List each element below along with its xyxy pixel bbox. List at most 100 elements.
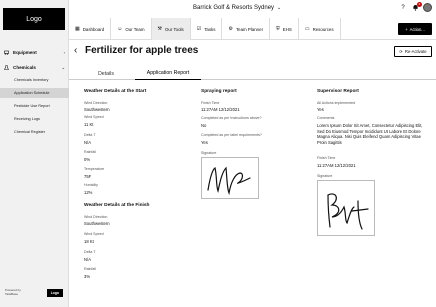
field-label: Delta T: [84, 133, 96, 137]
people-icon: ☺: [117, 26, 123, 32]
nav-label: Dashboard: [82, 26, 105, 32]
bell-icon[interactable]: 6: [411, 1, 422, 12]
field-value: N/A: [84, 257, 91, 262]
spraying-report-title: Spraying report: [201, 89, 237, 94]
main-nav: ▦ Dashboard ☺ Our Team ⚒ Our Tools ☑ Tas…: [69, 18, 341, 40]
field-value: N/A: [84, 140, 91, 145]
weather-finish-title: Weather Details at the Finish: [84, 203, 150, 208]
sidebar-item-pesticide-use-report[interactable]: Pesticide Use Report: [0, 101, 69, 111]
field-label: Temperature: [84, 167, 105, 171]
field-value: No: [201, 123, 207, 128]
field-label: Wind Direction: [84, 101, 108, 105]
flask-icon: [4, 64, 9, 70]
folder-icon: ▭: [304, 26, 310, 32]
planner-icon: ⚙: [228, 26, 233, 32]
nav-team-planner[interactable]: ⚙ Team Planner: [222, 18, 271, 40]
field-label: Comments: [317, 116, 335, 120]
tab-application-report[interactable]: Application Report: [135, 67, 201, 80]
powered-by-line2: TaskBase: [5, 292, 19, 296]
wrench-icon: ⚒: [157, 26, 163, 32]
field-value: 11 Kt: [84, 122, 94, 127]
nav-dashboard[interactable]: ▦ Dashboard: [69, 18, 112, 40]
field-label: Wind Speed: [84, 115, 104, 119]
avatar[interactable]: [423, 3, 432, 12]
field-value: 18 Kt: [84, 239, 94, 244]
field-label: Completed as per label requirements?: [201, 133, 262, 137]
field-value: 75F: [84, 174, 92, 179]
supervisor-signature-image: [317, 180, 375, 236]
field-label: Wind Speed: [84, 232, 104, 236]
nav-label: Our Tools: [165, 26, 184, 32]
help-icon[interactable]: ?: [399, 4, 407, 12]
chevron-down-icon: ⌄: [277, 5, 282, 11]
field-label: Signature: [317, 174, 333, 178]
sidebar-group-chemicals[interactable]: Chemicals ⌄: [0, 62, 69, 72]
field-label: Delta T: [84, 250, 96, 254]
action-button[interactable]: + Action...: [398, 23, 432, 35]
tab-bar: Details Application Report: [69, 67, 436, 80]
field-label: Finish Time: [317, 156, 336, 160]
field-value: 11:27AM 12/12/2021: [201, 107, 240, 112]
field-value: 11:27AM 12/12/2021: [317, 163, 356, 168]
powered-by-text: Powered by TaskBase: [5, 289, 21, 296]
nav-label: Our Team: [125, 26, 145, 32]
field-label: Finish Time: [201, 101, 220, 105]
sidebar-group-label: Equipment: [13, 49, 37, 55]
nav-label: Team Planner: [235, 26, 264, 32]
nav-label: EHS: [282, 26, 292, 32]
supervisor-report-title: Supervisor Report: [317, 89, 359, 94]
sidebar-item-chemicals-inventory[interactable]: Chemicals Inventory: [0, 75, 69, 85]
sidebar-logo: Logo: [3, 8, 65, 30]
tab-details[interactable]: Details: [89, 67, 123, 80]
plus-icon: +: [405, 26, 408, 32]
tasks-icon: ☑: [196, 26, 202, 32]
nav-resources[interactable]: ▭ Resources: [299, 18, 341, 40]
nav-ehs[interactable]: ⛨ EHS: [270, 18, 299, 40]
field-label: Humidity: [84, 183, 98, 187]
signature-drawing: [327, 193, 369, 230]
shield-icon: ⛨: [276, 26, 280, 32]
chevron-down-icon: ⌄: [61, 64, 65, 70]
comments-value: Lorem Ipsum Dolor Sit Amet, Consectetur …: [317, 123, 423, 145]
field-value: 3%: [84, 274, 91, 279]
refresh-icon: ⟳: [399, 49, 403, 54]
main-content: ‹ Fertilizer for apple trees ⟳ Re-Activa…: [69, 40, 436, 307]
field-label: Signature: [201, 151, 217, 155]
field-value: 12%: [84, 190, 93, 195]
tractor-icon: [4, 50, 9, 55]
nav-our-tools[interactable]: ⚒ Our Tools: [151, 18, 191, 40]
sidebar-group-label: Chemicals: [13, 64, 36, 70]
field-label: Rainfall: [84, 150, 96, 154]
back-arrow-icon[interactable]: ‹: [74, 45, 77, 56]
signature-drawing: [207, 166, 251, 196]
sidebar-item-receiving-logs[interactable]: Receiving Logs: [0, 114, 69, 124]
field-label: All Actions implemented: [317, 101, 356, 105]
weather-start-title: Weather Details at the Start: [84, 89, 147, 94]
nav-tasks[interactable]: ☑ Tasks: [191, 18, 223, 40]
sidebar-group-equipment[interactable]: Equipment ›: [0, 47, 69, 57]
top-bar: Barrick Golf & Resorts Sydney ⌄ ? 6 ▦ Da…: [69, 0, 436, 40]
sidebar: Logo Equipment › Chemicals ⌄ Chemicals I…: [0, 0, 69, 307]
spraying-signature-image: [201, 157, 259, 199]
nav-our-team[interactable]: ☺ Our Team: [111, 18, 152, 40]
sidebar-item-chemical-register[interactable]: Chemical Register: [0, 127, 69, 137]
field-label: Rainfall: [84, 267, 96, 271]
site-selector[interactable]: Barrick Golf & Resorts Sydney ⌄: [193, 5, 281, 11]
field-value: Southwestern: [84, 221, 110, 226]
field-label: Completed as per Instructions above?: [201, 116, 262, 120]
field-value: Yes: [317, 107, 324, 112]
field-value: Yes: [201, 140, 208, 145]
chevron-right-icon: ›: [63, 49, 65, 55]
action-button-label: Action...: [409, 26, 425, 32]
field-value: Southwestern: [84, 107, 110, 112]
notification-badge: 6: [417, 1, 422, 7]
sidebar-item-application-schedule[interactable]: Application Schedule: [0, 88, 69, 98]
top-icons: ? 6: [399, 1, 432, 12]
field-value: 0%: [84, 157, 91, 162]
site-title: Barrick Golf & Resorts Sydney: [193, 5, 275, 11]
reactivate-label: Re-Activate: [404, 49, 427, 54]
grid-icon: ▦: [75, 26, 80, 32]
field-label: Wind Direction: [84, 215, 108, 219]
powered-by: Powered by TaskBase Logo: [5, 286, 63, 300]
reactivate-button[interactable]: ⟳ Re-Activate: [394, 46, 432, 57]
